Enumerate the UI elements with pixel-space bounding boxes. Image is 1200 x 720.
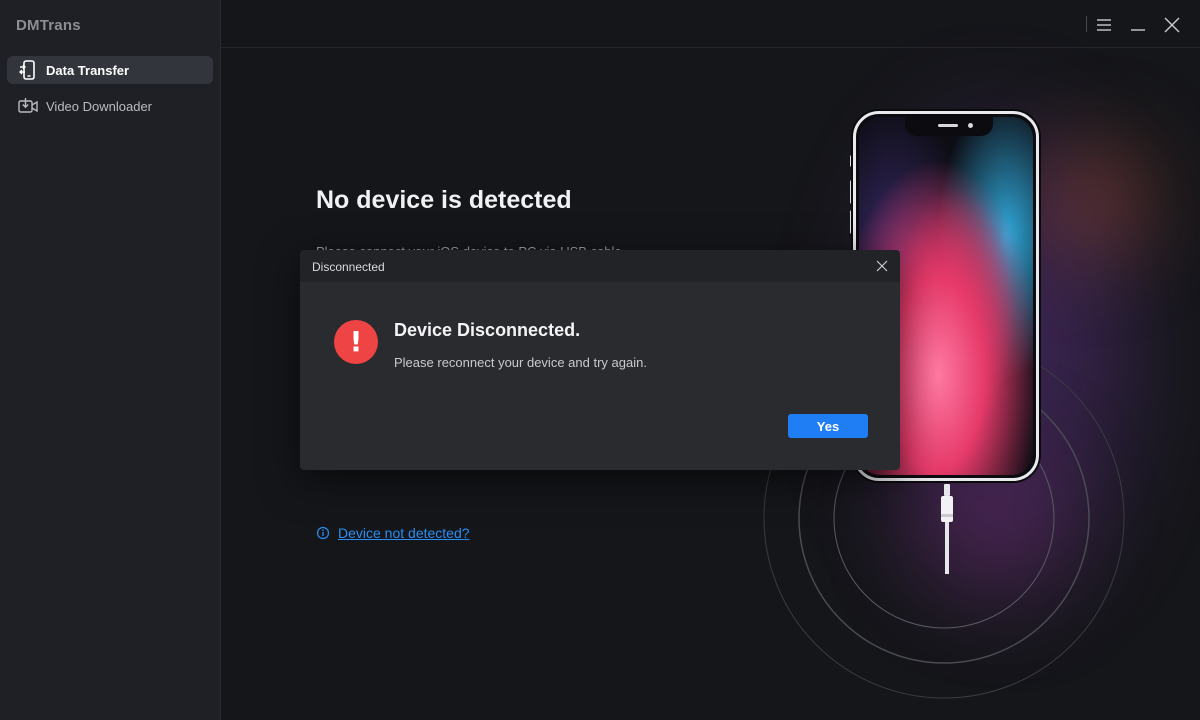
page-title: No device is detected <box>316 186 572 214</box>
info-icon <box>316 526 330 540</box>
sidebar-item-label: Data Transfer <box>46 62 130 78</box>
controls-divider <box>1086 16 1087 32</box>
menu-icon <box>1097 19 1111 31</box>
disconnected-dialog: Disconnected ! Device Disconnected. Plea… <box>300 250 900 470</box>
yes-button[interactable]: Yes <box>788 414 868 438</box>
sidebar-item-label: Video Downloader <box>46 98 152 114</box>
app-title: DMTrans <box>16 17 81 34</box>
dialog-header: Disconnected <box>300 250 900 282</box>
minimize-icon <box>1131 29 1145 31</box>
phone-camera <box>968 123 973 128</box>
sidebar-item-data-transfer[interactable]: Data Transfer <box>7 56 213 84</box>
help-link-label: Device not detected? <box>338 525 470 541</box>
topbar-divider <box>221 47 1200 48</box>
lightning-cable-icon <box>941 484 953 574</box>
dialog-title: Disconnected <box>312 260 385 274</box>
close-button[interactable] <box>1160 13 1184 37</box>
close-icon <box>1164 17 1180 33</box>
sidebar: DMTrans Data Transfer Video Downloader <box>0 0 221 720</box>
phone-notch <box>905 117 993 136</box>
dialog-message: Please reconnect your device and try aga… <box>394 355 647 370</box>
device-not-detected-link[interactable]: Device not detected? <box>316 525 470 541</box>
phone-transfer-icon <box>18 60 38 80</box>
dialog-close-button[interactable] <box>874 258 890 274</box>
video-download-icon <box>18 96 38 116</box>
error-alert-icon: ! <box>334 320 378 364</box>
phone-speaker <box>938 124 958 127</box>
close-icon <box>876 260 888 272</box>
dialog-heading: Device Disconnected. <box>394 320 581 340</box>
minimize-button[interactable] <box>1126 13 1150 37</box>
sidebar-item-video-downloader[interactable]: Video Downloader <box>7 92 213 120</box>
menu-button[interactable] <box>1092 13 1116 37</box>
